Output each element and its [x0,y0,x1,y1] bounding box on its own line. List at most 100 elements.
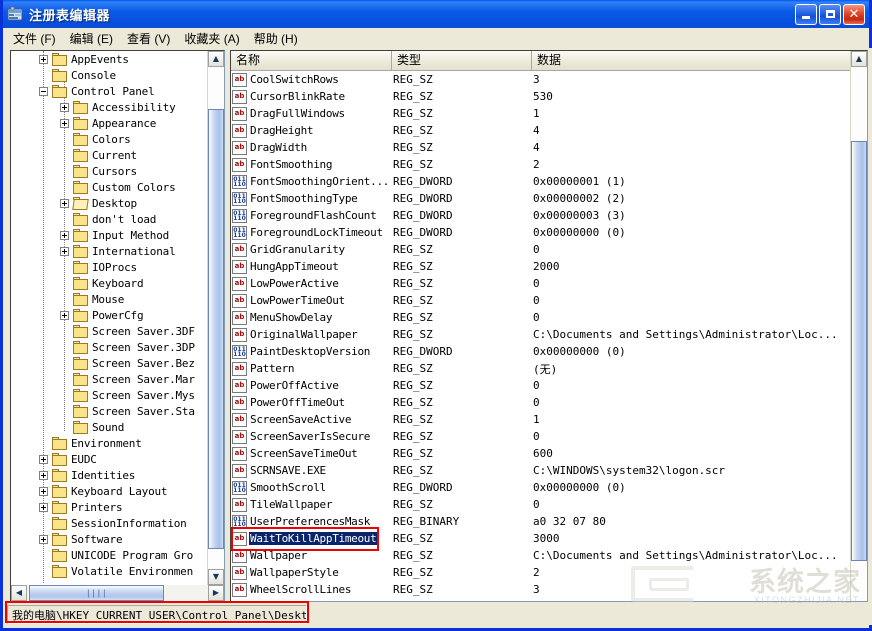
tree-item-appevents[interactable]: AppEvents [11,51,209,67]
registry-value-row[interactable]: abDragFullWindowsREG_SZ1 [231,105,851,122]
menu-view[interactable]: 查看 (V) [120,28,177,49]
registry-tree-pane[interactable]: AppEventsConsoleControl PanelAccessibili… [10,50,225,602]
registry-value-row[interactable]: abLowPowerActiveREG_SZ0 [231,275,851,292]
tree-expand-icon[interactable] [39,503,48,512]
registry-value-row[interactable]: abPowerOffActiveREG_SZ0 [231,377,851,394]
tree-item-sessioninformation[interactable]: SessionInformation [11,515,209,531]
tree-scroll-right-button[interactable]: ▶ [208,585,224,601]
registry-value-row[interactable]: abDragWidthREG_SZ4 [231,139,851,156]
tree-item-desktop[interactable]: Desktop [11,195,209,211]
close-button[interactable]: ✕ [843,4,865,25]
registry-value-row[interactable]: 011110ForegroundFlashCountREG_DWORD0x000… [231,207,851,224]
tree-item-ioprocs[interactable]: IOProcs [11,259,209,275]
tree-item-mouse[interactable]: Mouse [11,291,209,307]
column-header-name[interactable]: 名称 [231,51,392,70]
list-scroll-up-button[interactable]: ▲ [851,51,867,67]
registry-value-row[interactable]: abHungAppTimeoutREG_SZ2000 [231,258,851,275]
tree-item-appearance[interactable]: Appearance [11,115,209,131]
registry-value-row[interactable]: 011110ForegroundLockTimeoutREG_DWORD0x00… [231,224,851,241]
registry-value-row[interactable]: abPowerOffTimeOutREG_SZ0 [231,394,851,411]
tree-item-international[interactable]: International [11,243,209,259]
column-header-type[interactable]: 类型 [392,51,532,70]
tree-item-screen-saver-bez[interactable]: Screen Saver.Bez [11,355,209,371]
registry-value-row[interactable]: abFontSmoothingREG_SZ2 [231,156,851,173]
tree-item-screen-saver-3dp[interactable]: Screen Saver.3DP [11,339,209,355]
tree-item-sound[interactable]: Sound [11,419,209,435]
tree-item-screen-saver-mar[interactable]: Screen Saver.Mar [11,371,209,387]
registry-value-row[interactable]: abWheelScrollLinesREG_SZ3 [231,581,851,598]
tree-item-current[interactable]: Current [11,147,209,163]
registry-value-row[interactable]: abWaitToKillAppTimeoutREG_SZ3000 [231,530,851,547]
tree-expand-icon[interactable] [39,535,48,544]
registry-value-row[interactable]: abSCRNSAVE.EXEREG_SZC:\WINDOWS\system32\… [231,462,851,479]
tree-expand-icon[interactable] [60,247,69,256]
tree-item-don-t-load[interactable]: don't load [11,211,209,227]
tree-expand-icon[interactable] [39,471,48,480]
menu-file[interactable]: 文件 (F) [6,28,63,49]
tree-item-keyboard-layout[interactable]: Keyboard Layout [11,483,209,499]
tree-item-screen-saver-3df[interactable]: Screen Saver.3DF [11,323,209,339]
tree-item-powercfg[interactable]: PowerCfg [11,307,209,323]
registry-values-pane[interactable]: 名称 类型 数据 abCoolSwitchRowsREG_SZ3abCursor… [230,50,868,602]
tree-item-colors[interactable]: Colors [11,131,209,147]
registry-value-row[interactable]: 011110FontSmoothingTypeREG_DWORD0x000000… [231,190,851,207]
registry-value-row[interactable]: abPatternREG_SZ(无) [231,360,851,377]
tree-expand-icon[interactable] [39,455,48,464]
tree-item-volatile-environmen[interactable]: Volatile Environmen [11,563,209,579]
menu-favorites[interactable]: 收藏夹 (A) [177,28,246,49]
registry-value-row[interactable]: abScreenSaverIsSecureREG_SZ0 [231,428,851,445]
tree-expand-icon[interactable] [39,55,48,64]
tree-scroll-up-button[interactable]: ▲ [208,51,224,67]
tree-item-input-method[interactable]: Input Method [11,227,209,243]
tree-horizontal-scrollbar[interactable]: ◀ |||| ▶ [11,585,224,601]
tree-item-console[interactable]: Console [11,67,209,83]
menu-help[interactable]: 帮助 (H) [247,28,305,49]
tree-item-environment[interactable]: Environment [11,435,209,451]
tree-scroll-left-button[interactable]: ◀ [11,585,27,601]
tree-item-unicode-program-gro[interactable]: UNICODE Program Gro [11,547,209,563]
registry-value-row[interactable]: 011110UserPreferencesMaskREG_BINARYa0 32… [231,513,851,530]
menu-edit[interactable]: 编辑 (E) [63,28,120,49]
tree-collapse-icon[interactable] [39,87,48,96]
tree-item-screen-saver-sta[interactable]: Screen Saver.Sta [11,403,209,419]
list-vertical-scrollbar[interactable]: ▲ [850,51,867,601]
registry-value-row[interactable]: abDragHeightREG_SZ4 [231,122,851,139]
tree-item-control-panel[interactable]: Control Panel [11,83,209,99]
registry-value-row[interactable]: abScreenSaveTimeOutREG_SZ600 [231,445,851,462]
tree-vertical-scrollbar[interactable]: ▲ ▼ [207,51,224,585]
tree-expand-icon[interactable] [60,231,69,240]
registry-value-row[interactable]: 011110PaintDesktopVersionREG_DWORD0x0000… [231,343,851,360]
registry-value-row[interactable]: abCursorBlinkRateREG_SZ530 [231,88,851,105]
registry-value-row[interactable]: abMenuShowDelayREG_SZ0 [231,309,851,326]
tree-item-software[interactable]: Software [11,531,209,547]
list-scroll-thumb[interactable] [851,141,867,561]
tree-expand-icon[interactable] [60,119,69,128]
tree-item-screen-saver-mys[interactable]: Screen Saver.Mys [11,387,209,403]
tree-item-cursors[interactable]: Cursors [11,163,209,179]
registry-value-row[interactable]: abLowPowerTimeOutREG_SZ0 [231,292,851,309]
column-header-data[interactable]: 数据 [532,51,851,70]
registry-value-row[interactable]: 011110FontSmoothingOrient...REG_DWORD0x0… [231,173,851,190]
registry-value-row[interactable]: abOriginalWallpaperREG_SZC:\Documents an… [231,326,851,343]
tree-item-printers[interactable]: Printers [11,499,209,515]
tree-expand-icon[interactable] [60,311,69,320]
registry-value-row[interactable]: abCoolSwitchRowsREG_SZ3 [231,71,851,88]
tree-item-accessibility[interactable]: Accessibility [11,99,209,115]
tree-expand-icon[interactable] [60,199,69,208]
registry-value-row[interactable]: abTileWallpaperREG_SZ0 [231,496,851,513]
tree-item-identities[interactable]: Identities [11,467,209,483]
tree-item-keyboard[interactable]: Keyboard [11,275,209,291]
tree-item-eudc[interactable]: EUDC [11,451,209,467]
tree-scroll-thumb[interactable] [208,109,224,549]
tree-scroll-down-button[interactable]: ▼ [208,569,224,585]
registry-value-row[interactable]: abWallpaperREG_SZC:\Documents and Settin… [231,547,851,564]
registry-value-row[interactable]: 011110SmoothScrollREG_DWORD0x00000000 (0… [231,479,851,496]
minimize-button[interactable] [795,4,817,25]
tree-expand-icon[interactable] [39,487,48,496]
maximize-button[interactable] [819,4,841,25]
title-bar[interactable]: 注册表编辑器 ✕ [3,0,869,28]
tree-expand-icon[interactable] [60,103,69,112]
tree-hscroll-thumb[interactable]: |||| [29,585,164,601]
tree-item-custom-colors[interactable]: Custom Colors [11,179,209,195]
registry-value-row[interactable]: abScreenSaveActiveREG_SZ1 [231,411,851,428]
